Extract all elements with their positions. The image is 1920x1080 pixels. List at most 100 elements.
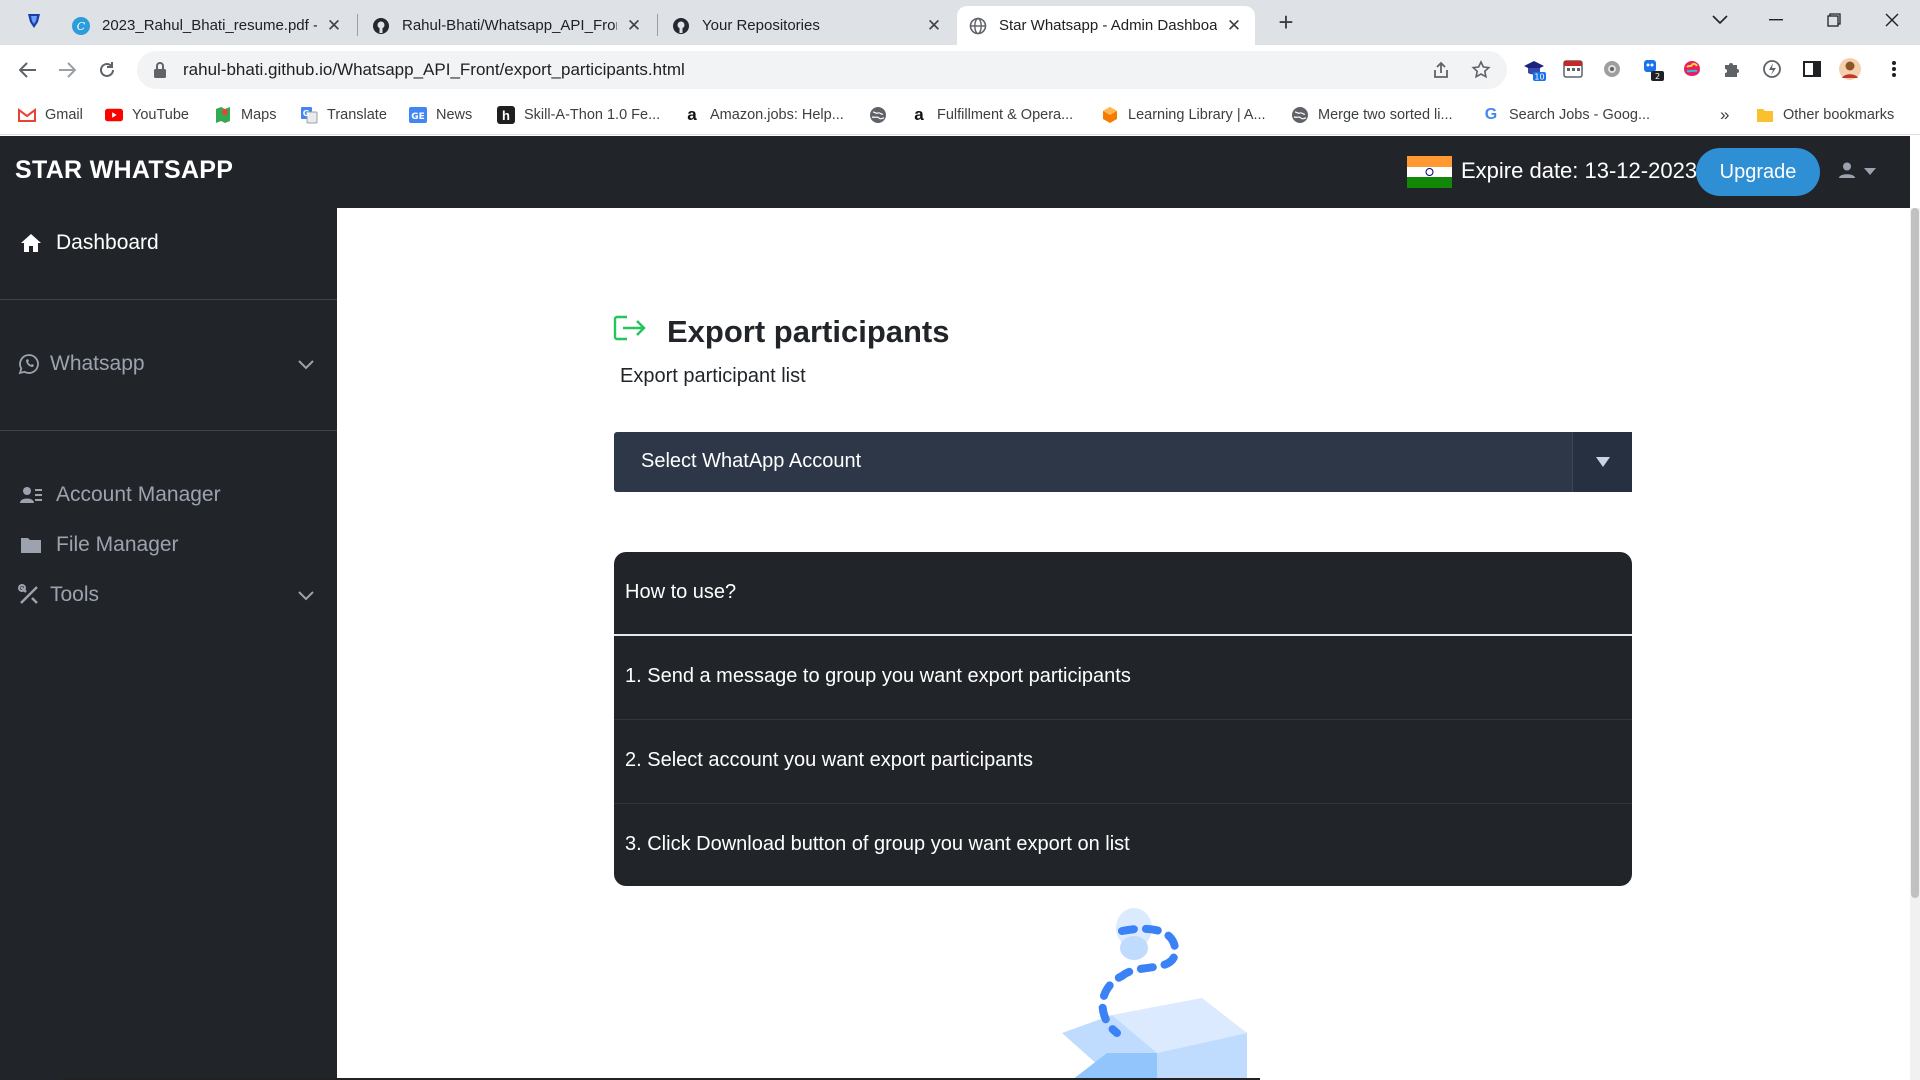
tab-resume[interactable]: C 2023_Rahul_Bhati_resume.pdf - P ✕	[60, 6, 355, 45]
list-item: 1. Send a message to group you want expo…	[614, 636, 1632, 720]
scrollbar-thumb[interactable]	[1911, 208, 1919, 898]
bookmark-search-jobs[interactable]: G Search Jobs - Goog...	[1482, 103, 1650, 127]
sidebar-item-tools[interactable]: Tools	[0, 573, 337, 617]
caret-down-icon	[1864, 163, 1876, 181]
tab-star-whatsapp[interactable]: Star Whatsapp - Admin Dashboard ✕	[957, 6, 1255, 45]
globe-icon	[1291, 106, 1309, 124]
bookmark-translate[interactable]: G Translate	[300, 103, 387, 127]
forward-icon[interactable]	[51, 54, 83, 86]
bookmark-label: YouTube	[132, 107, 189, 123]
bookmark-maps[interactable]: Maps	[214, 103, 276, 127]
address-bar[interactable]: rahul-bhati.github.io/Whatsapp_API_Front…	[137, 51, 1507, 89]
close-icon[interactable]: ✕	[625, 16, 643, 35]
whatsapp-account-select[interactable]: Select WhatApp Account	[614, 432, 1632, 492]
close-icon[interactable]: ✕	[1225, 16, 1243, 35]
extension-robot-icon[interactable]: 2	[1640, 57, 1664, 81]
bookmark-label: Gmail	[45, 107, 83, 123]
sidebar-divider	[0, 299, 337, 300]
export-icon	[613, 315, 647, 341]
hackerearth-icon: h	[497, 106, 515, 124]
bookmark-label: Fulfillment & Opera...	[937, 107, 1074, 123]
bookmarks-bar: Gmail YouTube Maps G Translate GE News h…	[0, 95, 1920, 135]
performance-icon[interactable]	[1760, 57, 1784, 81]
expire-date: Expire date: 13-12-2023	[1461, 158, 1698, 183]
user-menu[interactable]	[1838, 158, 1884, 186]
sidebar-item-label: Account Manager	[56, 483, 221, 506]
bookmark-news[interactable]: GE News	[409, 103, 472, 127]
folder-icon	[19, 533, 43, 557]
folder-icon	[1756, 106, 1774, 124]
tab-title: Star Whatsapp - Admin Dashboard	[999, 17, 1217, 34]
bookmark-gmail[interactable]: Gmail	[18, 103, 83, 127]
sidebar: Dashboard Whatsapp Account Manager File …	[0, 208, 337, 1080]
browser-menu-icon[interactable]	[1882, 57, 1906, 81]
close-window-icon[interactable]	[1864, 0, 1920, 40]
bookmark-label: Merge two sorted li...	[1318, 107, 1453, 123]
bookmark-star-icon[interactable]	[1470, 59, 1492, 81]
caret-down-icon[interactable]	[1572, 432, 1632, 492]
page-scrollbar[interactable]	[1910, 208, 1920, 1080]
side-panel-icon[interactable]	[1800, 57, 1824, 81]
share-icon[interactable]	[1430, 59, 1452, 81]
chevron-down-icon	[296, 585, 316, 605]
bookmark-label: Skill-A-Thon 1.0 Fe...	[524, 107, 661, 123]
bookmark-other[interactable]: Other bookmarks	[1756, 103, 1894, 127]
extension-calendar-icon[interactable]	[1561, 57, 1585, 81]
new-tab-plus-icon[interactable]: +	[1270, 7, 1302, 37]
tab-title: Your Repositories	[702, 17, 820, 34]
browser-toolbar: rahul-bhati.github.io/Whatsapp_API_Front…	[0, 45, 1920, 95]
sidebar-item-file-manager[interactable]: File Manager	[0, 523, 337, 567]
sidebar-item-dashboard[interactable]: Dashboard	[0, 221, 337, 265]
tab-github-repo[interactable]: Rahul-Bhati/Whatsapp_API_Front ✕	[360, 6, 655, 45]
maps-icon	[214, 106, 232, 124]
extension-brain-icon[interactable]	[1680, 57, 1704, 81]
bookmark-label: Learning Library | A...	[1128, 107, 1266, 123]
bookmark-skill-a-thon[interactable]: h Skill-A-Thon 1.0 Fe...	[497, 103, 660, 127]
svg-text:C: C	[77, 20, 86, 33]
page-title: Export participants	[667, 314, 950, 349]
bookmark-fulfillment[interactable]: a Fulfillment & Opera...	[910, 103, 1073, 127]
globe-icon	[869, 106, 887, 124]
amazon-icon: a	[687, 105, 697, 124]
list-item: 3. Click Download button of group you wa…	[614, 804, 1632, 886]
sidebar-item-label: Whatsapp	[50, 352, 145, 375]
bookmark-learning-library[interactable]: Learning Library | A...	[1101, 103, 1266, 127]
sidebar-item-account-manager[interactable]: Account Manager	[0, 473, 337, 517]
select-placeholder: Select WhatApp Account	[641, 450, 862, 472]
extension-badge: 10	[1534, 73, 1544, 82]
list-item: 2. Select account you want export partic…	[614, 720, 1632, 804]
extension-graduation-icon[interactable]: 10	[1522, 57, 1546, 81]
brand-logo[interactable]: STAR WHATSAPP	[15, 156, 233, 185]
bookmark-amazon-jobs[interactable]: a Amazon.jobs: Help...	[683, 103, 844, 127]
how-to-use-heading: How to use?	[614, 552, 1632, 636]
tab-search-chevron-icon[interactable]	[1692, 0, 1748, 40]
bookmark-globe[interactable]	[869, 103, 896, 127]
restore-icon[interactable]	[1806, 0, 1862, 40]
tools-icon	[17, 583, 41, 607]
page-subtitle: Export participant list	[620, 365, 806, 387]
tab-title: Rahul-Bhati/Whatsapp_API_Front	[402, 17, 617, 34]
bookmark-youtube[interactable]: YouTube	[105, 103, 189, 127]
sidebar-item-whatsapp[interactable]: Whatsapp	[0, 342, 337, 386]
extensions-puzzle-icon[interactable]	[1720, 57, 1744, 81]
tab-separator	[357, 14, 358, 36]
extension-badge: 2	[1655, 72, 1660, 81]
close-icon[interactable]: ✕	[925, 16, 943, 35]
extension-settings-icon[interactable]	[1600, 57, 1624, 81]
tab-your-repositories[interactable]: Your Repositories ✕	[660, 6, 955, 45]
reload-icon[interactable]	[91, 54, 123, 86]
back-icon[interactable]	[12, 54, 44, 86]
sidebar-item-label: Dashboard	[56, 231, 159, 254]
tab-search-icon[interactable]	[22, 9, 46, 33]
sidebar-divider	[0, 430, 337, 431]
profile-avatar-icon[interactable]	[1838, 57, 1862, 81]
close-icon[interactable]: ✕	[325, 16, 343, 35]
how-to-use-title: How to use?	[625, 581, 737, 603]
bookmarks-overflow-icon[interactable]: »	[1720, 103, 1729, 127]
user-list-icon	[19, 483, 43, 507]
browser-tab-bar: C 2023_Rahul_Bhati_resume.pdf - P ✕ Rahu…	[0, 0, 1920, 45]
bookmark-merge-sorted[interactable]: Merge two sorted li...	[1291, 103, 1453, 127]
minimize-icon[interactable]	[1748, 0, 1804, 40]
upgrade-button[interactable]: Upgrade	[1696, 148, 1820, 196]
news-icon: GE	[409, 106, 427, 124]
